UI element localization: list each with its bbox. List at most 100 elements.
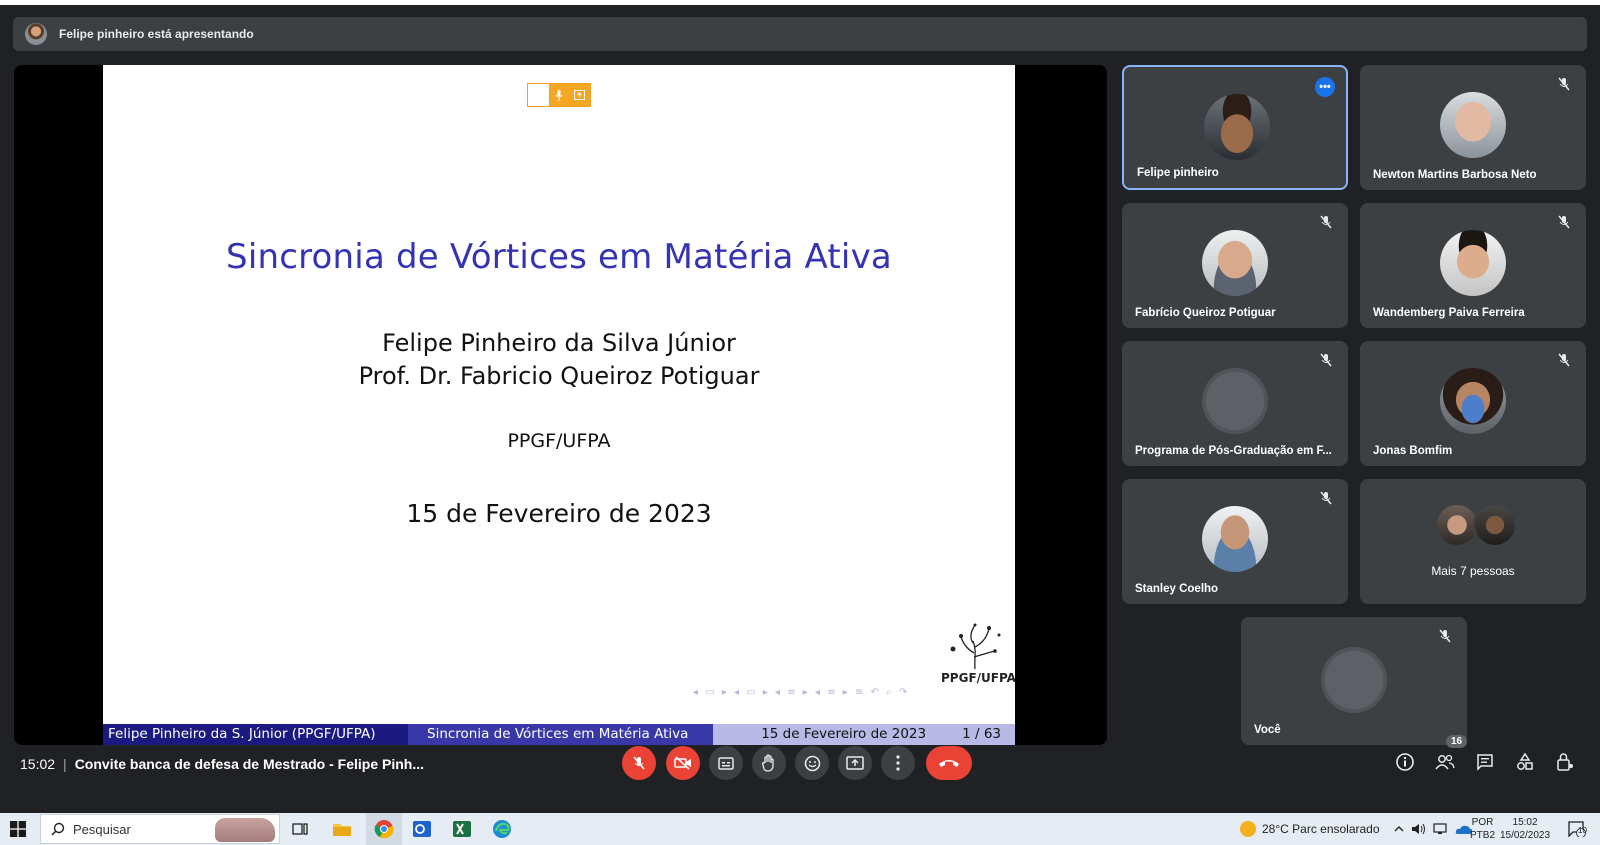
- search-icon: [51, 822, 65, 836]
- raise-hand-button[interactable]: [752, 746, 786, 780]
- presenting-banner: Felipe pinheiro está apresentando: [13, 17, 1587, 51]
- participant-tile[interactable]: Programa de Pós-Graduação em F...: [1122, 341, 1348, 466]
- footer-author: Felipe Pinheiro da S. Júnior (PPGF/UFPA): [103, 724, 408, 745]
- slide-toolbar: [527, 83, 591, 107]
- participant-tile[interactable]: Fabrício Queiroz Potiguar: [1122, 203, 1348, 328]
- more-options-button[interactable]: [881, 746, 915, 780]
- mic-toggle-button[interactable]: [622, 746, 656, 780]
- slide-date: 15 de Fevereiro de 2023: [406, 499, 712, 528]
- present-now-button[interactable]: [838, 746, 872, 780]
- avatar: [1202, 230, 1268, 296]
- chevron-up-icon[interactable]: [1393, 824, 1405, 834]
- chat-icon: [1477, 754, 1493, 771]
- windows-start-icon[interactable]: [10, 821, 26, 837]
- footer-page: 1 / 63: [962, 726, 1001, 742]
- taskbar-search-input[interactable]: Pesquisar: [40, 814, 280, 844]
- speaker-icon[interactable]: [1411, 823, 1427, 835]
- mic-off-icon: [1558, 77, 1570, 91]
- language-indicator[interactable]: POR PTB2: [1470, 816, 1495, 842]
- avatar: [1202, 506, 1268, 572]
- outlook-icon[interactable]: [410, 817, 434, 841]
- chat-button[interactable]: [1470, 747, 1500, 777]
- avatar: [1440, 368, 1506, 434]
- mic-off-icon: [1558, 215, 1570, 229]
- windows-taskbar: Pesquisar 28°C Parc ensolarado POR PTB2 …: [0, 813, 1600, 845]
- people-button[interactable]: 16: [1430, 735, 1468, 777]
- participant-name: Newton Martins Barbosa Neto: [1373, 169, 1537, 181]
- sun-icon: [1240, 821, 1256, 837]
- slide-advisor: Prof. Dr. Fabricio Queiroz Potiguar: [358, 362, 760, 390]
- meeting-controls-bar: 15:02 | Convite banca de defesa de Mestrad…: [0, 735, 1600, 795]
- footer-date-page: 15 de Fevereiro de 2023 1 / 63: [713, 724, 1015, 745]
- meeting-details-button[interactable]: [1390, 747, 1420, 777]
- slide-title: Sincronia de Vórtices em Matéria Ativa: [226, 237, 892, 277]
- beamer-navigation-icons[interactable]: ◂ ▭ ▸ ◂ ▭ ▸ ◂ ≡ ▸ ◂ ≡ ▸ ≡ ↶ ⌕ ↷: [693, 687, 909, 698]
- mic-icon[interactable]: [548, 84, 570, 106]
- language-code: POR: [1471, 817, 1494, 828]
- task-view-icon[interactable]: [288, 817, 312, 841]
- hand-icon: [761, 754, 774, 772]
- mic-off-icon: [1320, 215, 1332, 229]
- avatar: [1321, 647, 1387, 713]
- people-icon: [1435, 754, 1455, 770]
- network-icon[interactable]: [1433, 823, 1449, 835]
- avatar: [1440, 92, 1506, 158]
- reactions-button[interactable]: [795, 746, 829, 780]
- presentation-stage: Sincronia de Vórtices em Matéria Ativa F…: [14, 65, 1107, 745]
- activities-button[interactable]: [1510, 747, 1540, 777]
- participant-tile[interactable]: Newton Martins Barbosa Neto: [1360, 65, 1586, 190]
- clock-time: 15:02: [1512, 817, 1538, 828]
- search-highlight-image: [215, 818, 275, 842]
- presenter-avatar: [25, 23, 47, 45]
- self-tile[interactable]: Você: [1241, 617, 1467, 745]
- participant-tile[interactable]: Wandemberg Paiva Ferreira: [1360, 203, 1586, 328]
- avatar: [1202, 368, 1268, 434]
- weather-text: 28°C Parc ensolarado: [1262, 822, 1380, 836]
- more-vert-icon: [896, 755, 900, 771]
- mic-off-icon: [1439, 629, 1451, 643]
- hang-up-icon: [939, 760, 959, 767]
- participant-tile[interactable]: ••• Felipe pinheiro: [1122, 65, 1348, 190]
- file-explorer-icon[interactable]: [330, 817, 354, 841]
- camera-toggle-button[interactable]: [666, 746, 700, 780]
- search-placeholder: Pesquisar: [73, 821, 131, 837]
- mic-off-icon: [1320, 353, 1332, 367]
- system-tray-icons[interactable]: [1393, 813, 1473, 845]
- notification-count: 10: [1578, 826, 1587, 835]
- slide-footer: Felipe Pinheiro da S. Júnior (PPGF/UFPA)…: [103, 724, 1015, 745]
- footer-date: 15 de Fevereiro de 2023: [761, 726, 927, 742]
- slide-institution: PPGF/UFPA: [507, 430, 611, 452]
- host-controls-button[interactable]: [1550, 747, 1580, 777]
- chrome-icon[interactable]: [366, 813, 402, 845]
- leave-call-button[interactable]: [926, 746, 972, 780]
- toolbar-blank: [528, 84, 549, 106]
- presenting-text: Felipe pinheiro está apresentando: [59, 27, 254, 41]
- meeting-title: Convite banca de defesa de Mestrado - Fe…: [74, 756, 424, 772]
- camera-off-icon: [674, 756, 691, 770]
- more-participants-tile[interactable]: Mais 7 pessoas: [1360, 479, 1586, 604]
- present-screen-icon: [846, 756, 864, 770]
- lock-person-icon: [1557, 753, 1573, 771]
- mic-off-icon: [633, 756, 645, 770]
- notification-center-icon[interactable]: 10: [1568, 821, 1587, 838]
- captions-button[interactable]: [709, 746, 743, 780]
- upload-icon[interactable]: [569, 84, 591, 106]
- edge-icon[interactable]: [490, 817, 514, 841]
- participant-tile[interactable]: Stanley Coelho: [1122, 479, 1348, 604]
- meeting-info: 15:02 | Convite banca de defesa de Mestrad…: [20, 756, 424, 772]
- participant-name: Stanley Coelho: [1135, 583, 1219, 595]
- excel-icon[interactable]: [450, 817, 474, 841]
- more-options-icon[interactable]: •••: [1315, 77, 1335, 97]
- captions-icon: [718, 756, 734, 770]
- participant-tile[interactable]: Jonas Bomfim: [1360, 341, 1586, 466]
- tree-logo-icon: [950, 623, 1001, 670]
- mic-off-icon: [1558, 353, 1570, 367]
- slide: Sincronia de Vórtices em Matéria Ativa F…: [103, 65, 1016, 745]
- more-participants-avatars: [1435, 503, 1521, 549]
- more-participants-label: Mais 7 pessoas: [1431, 564, 1515, 578]
- weather-widget[interactable]: 28°C Parc ensolarado: [1240, 821, 1380, 837]
- participant-name: Programa de Pós-Graduação em F...: [1135, 445, 1332, 457]
- slide-author: Felipe Pinheiro da Silva Júnior: [382, 329, 736, 357]
- ppgf-logo: PPGF/UFPA: [941, 623, 1016, 685]
- taskbar-clock[interactable]: 15:02 15/02/2023: [1500, 816, 1550, 842]
